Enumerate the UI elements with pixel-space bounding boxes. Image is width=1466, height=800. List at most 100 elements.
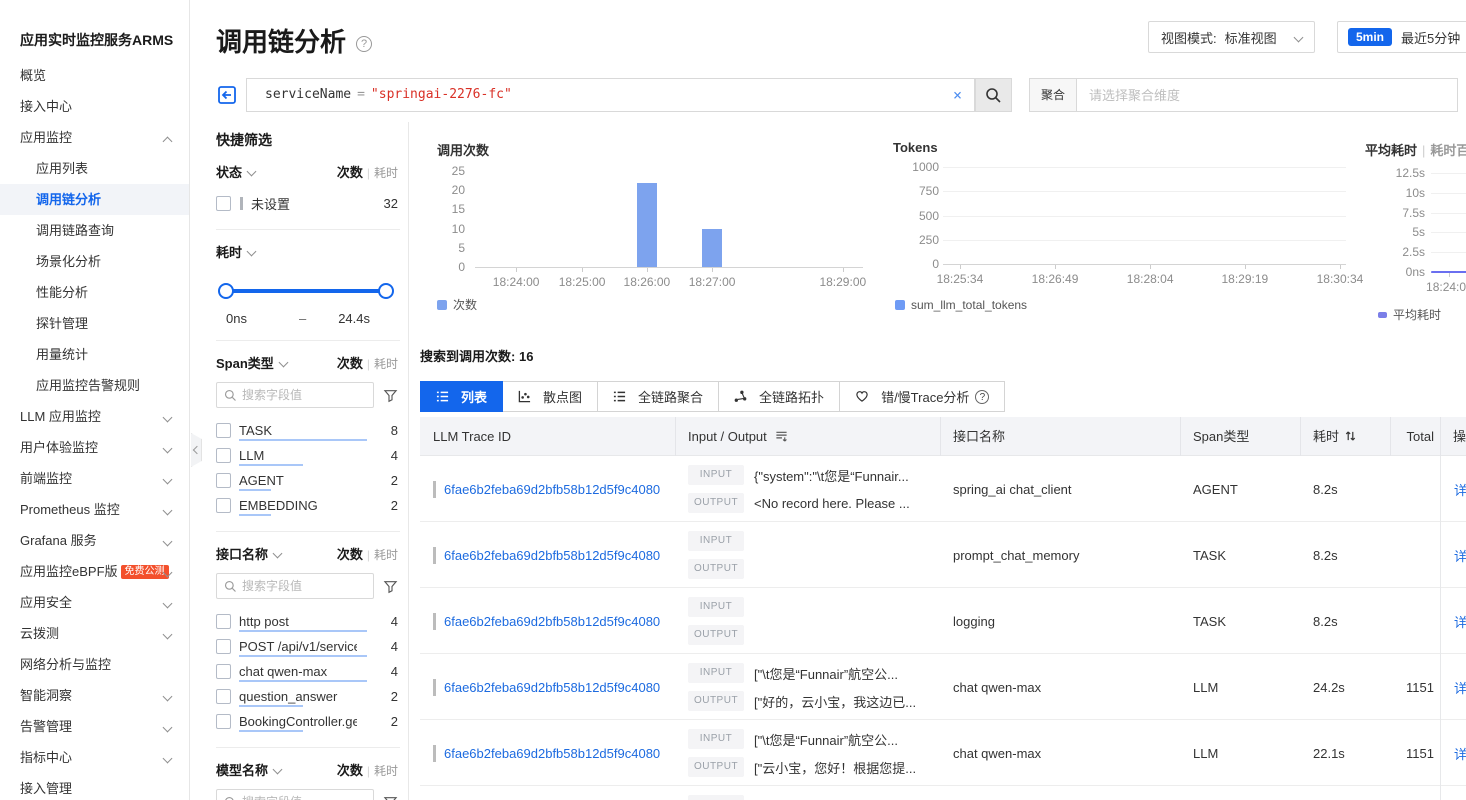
filter-row-span_type[interactable]: LLM4: [216, 443, 398, 467]
count-duration-toggle[interactable]: 次数|耗时: [337, 353, 398, 372]
slider-handle-min[interactable]: [218, 283, 234, 299]
filter-search-box[interactable]: [216, 573, 374, 599]
query-mode-icon[interactable]: [216, 84, 238, 106]
sidebar-item[interactable]: 智能洞察: [0, 680, 189, 711]
checkbox[interactable]: [216, 639, 231, 654]
checkbox[interactable]: [216, 423, 231, 438]
funnel-icon[interactable]: [383, 388, 398, 403]
funnel-icon[interactable]: [383, 579, 398, 594]
filter-section-header-duration[interactable]: 耗时: [216, 242, 398, 261]
filter-search-input[interactable]: [242, 579, 366, 593]
sidebar-item[interactable]: 接入中心: [0, 91, 189, 122]
sidebar-item[interactable]: 探针管理: [0, 308, 189, 339]
filter-search-box[interactable]: [216, 382, 374, 408]
filter-row-span_type[interactable]: AGENT2: [216, 468, 398, 492]
sidebar-item[interactable]: 云拨测: [0, 618, 189, 649]
tab-错/慢Trace分析[interactable]: 错/慢Trace分析?: [839, 381, 1005, 412]
trace-id-link[interactable]: 6fae6b2feba69d2bfb58b12d5f9c4080: [444, 548, 660, 563]
duration-range-slider[interactable]: [218, 283, 394, 299]
trace-id-link[interactable]: 6fae6b2feba69d2bfb58b12d5f9c4080: [444, 680, 660, 695]
filter-row-endpoint[interactable]: chat qwen-max4: [216, 659, 398, 683]
legend-item[interactable]: 平均耗时: [1378, 306, 1441, 323]
filter-search-input[interactable]: [242, 795, 366, 800]
sidebar-item[interactable]: Grafana 服务: [0, 525, 189, 556]
aggregate-dimension-input[interactable]: [1076, 78, 1458, 112]
sidebar-item[interactable]: 应用监控eBPF版免费公测: [0, 556, 189, 587]
search-button[interactable]: [975, 78, 1012, 112]
sidebar-item[interactable]: 场景化分析: [0, 246, 189, 277]
sidebar-item[interactable]: LLM 应用监控: [0, 401, 189, 432]
checkbox[interactable]: [216, 714, 231, 729]
page-help-icon[interactable]: ?: [356, 36, 372, 52]
filter-row-endpoint[interactable]: question_answer2: [216, 684, 398, 708]
count-duration-toggle[interactable]: 次数|耗时: [337, 162, 398, 181]
filter-section-header-model[interactable]: 模型名称次数|耗时: [216, 760, 398, 779]
sidebar-item[interactable]: 应用列表: [0, 153, 189, 184]
count-duration-toggle[interactable]: 次数|耗时: [337, 544, 398, 563]
query-input[interactable]: serviceName="springai-2276-fc" ×: [246, 78, 975, 112]
column-header-label: 耗时: [1313, 429, 1339, 444]
x-tick-mark: [647, 268, 648, 272]
sidebar-item-label: 性能分析: [36, 285, 88, 300]
sidebar-item[interactable]: 应用监控告警规则: [0, 370, 189, 401]
sidebar-item[interactable]: 用量统计: [0, 339, 189, 370]
time-range-picker[interactable]: 5min 最近5分钟: [1337, 21, 1466, 53]
filter-row-span_type[interactable]: TASK8: [216, 418, 398, 442]
detail-link[interactable]: 详情: [1454, 546, 1466, 565]
filter-row-endpoint[interactable]: BookingController.get...2: [216, 709, 398, 733]
checkbox[interactable]: [216, 689, 231, 704]
checkbox[interactable]: [216, 473, 231, 488]
sidebar-item[interactable]: 指标中心: [0, 742, 189, 773]
filter-row-span_type[interactable]: EMBEDDING2: [216, 493, 398, 517]
checkbox[interactable]: [216, 498, 231, 513]
filter-row-status[interactable]: 未设置32: [216, 191, 398, 215]
filter-section-header-endpoint[interactable]: 接口名称次数|耗时: [216, 544, 398, 563]
tab-全链路拓扑[interactable]: 全链路拓扑: [718, 381, 840, 412]
filter-search: [216, 382, 398, 408]
sidebar-item[interactable]: 接入管理: [0, 773, 189, 800]
sidebar-item[interactable]: 性能分析: [0, 277, 189, 308]
filter-search-input[interactable]: [242, 388, 366, 402]
filter-row-endpoint[interactable]: http post4: [216, 609, 398, 633]
sidebar-item[interactable]: 调用链路查询: [0, 215, 189, 246]
detail-link[interactable]: 详情: [1454, 744, 1466, 763]
sidebar-item[interactable]: 网络分析与监控: [0, 649, 189, 680]
sidebar-item[interactable]: 概览: [0, 60, 189, 91]
checkbox[interactable]: [216, 196, 231, 211]
sort-icon[interactable]: [1345, 430, 1356, 442]
column-settings-icon[interactable]: [775, 430, 788, 443]
detail-link[interactable]: 详情: [1454, 612, 1466, 631]
view-mode-select[interactable]: 视图模式: 标准视图: [1148, 21, 1315, 53]
trace-id-link[interactable]: 6fae6b2feba69d2bfb58b12d5f9c4080: [444, 746, 660, 761]
chart-title-alt[interactable]: 耗时百分位: [1430, 143, 1466, 158]
tab-列表[interactable]: 列表: [420, 381, 503, 412]
sidebar-item[interactable]: 调用链分析: [0, 184, 189, 215]
sidebar-item[interactable]: 用户体验监控: [0, 432, 189, 463]
clear-query-icon[interactable]: ×: [953, 79, 962, 111]
checkbox[interactable]: [216, 448, 231, 463]
detail-link[interactable]: 详情: [1454, 480, 1466, 499]
slider-handle-max[interactable]: [378, 283, 394, 299]
trace-id-link[interactable]: 6fae6b2feba69d2bfb58b12d5f9c4080: [444, 614, 660, 629]
sidebar-item[interactable]: 应用监控: [0, 122, 189, 153]
detail-link[interactable]: 详情: [1454, 678, 1466, 697]
funnel-icon[interactable]: [383, 795, 398, 800]
sidebar-item[interactable]: 告警管理: [0, 711, 189, 742]
tab-散点图[interactable]: 散点图: [502, 381, 598, 412]
legend-item[interactable]: 次数: [437, 296, 477, 313]
sidebar-item[interactable]: 应用安全: [0, 587, 189, 618]
checkbox[interactable]: [216, 664, 231, 679]
checkbox[interactable]: [216, 614, 231, 629]
count-duration-toggle[interactable]: 次数|耗时: [337, 760, 398, 779]
filter-section-header-status[interactable]: 状态次数|耗时: [216, 162, 398, 181]
sidebar-item[interactable]: 前端监控: [0, 463, 189, 494]
column-header-label: 操作: [1453, 429, 1466, 444]
trace-id-link[interactable]: 6fae6b2feba69d2bfb58b12d5f9c4080: [444, 482, 660, 497]
filter-section-header-span_type[interactable]: Span类型次数|耗时: [216, 353, 398, 372]
tab-全链路聚合[interactable]: 全链路聚合: [597, 381, 719, 412]
tab-help-icon[interactable]: ?: [975, 390, 989, 404]
sidebar-item[interactable]: Prometheus 监控: [0, 494, 189, 525]
filter-search-box[interactable]: [216, 789, 374, 800]
legend-item[interactable]: sum_llm_total_tokens: [895, 298, 1027, 312]
filter-row-endpoint[interactable]: POST /api/v1/services...4: [216, 634, 398, 658]
